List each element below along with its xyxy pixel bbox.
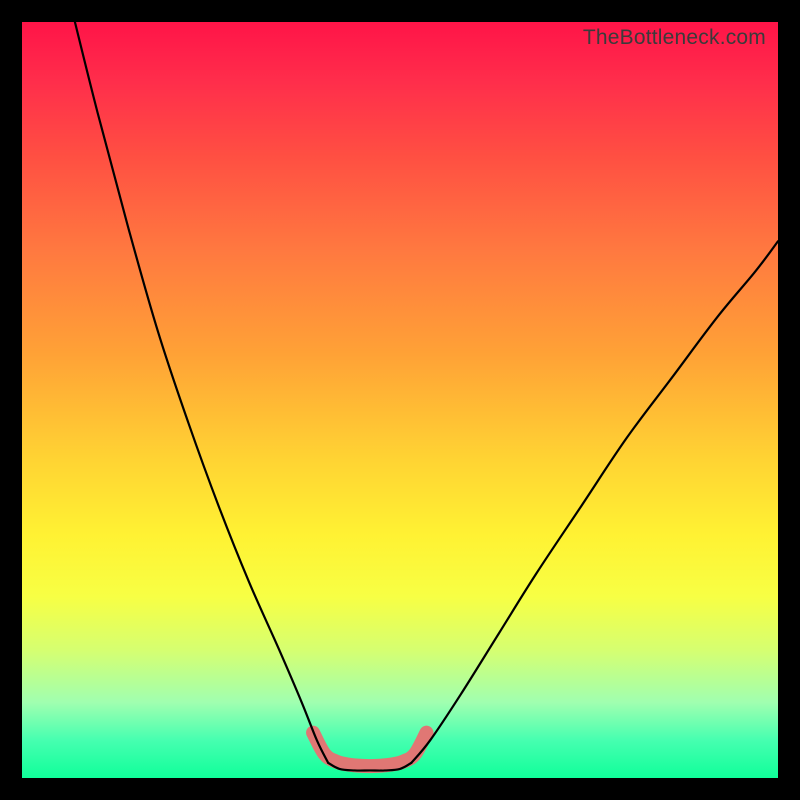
left-curve-path xyxy=(75,22,328,763)
plot-area: TheBottleneck.com xyxy=(22,22,778,778)
curve-layer xyxy=(22,22,778,778)
highlight-band-path xyxy=(313,733,426,766)
right-curve-path xyxy=(411,241,778,763)
chart-frame: TheBottleneck.com xyxy=(0,0,800,800)
